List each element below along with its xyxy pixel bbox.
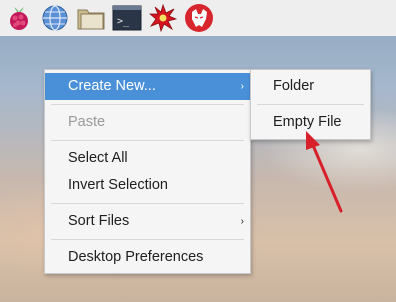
menu-separator (51, 239, 244, 240)
taskbar: >_ (0, 0, 396, 36)
menu-item-label: Paste (68, 114, 106, 130)
raspberry-menu-icon[interactable] (4, 3, 34, 33)
menu-item-label: Select All (68, 150, 128, 166)
desktop[interactable]: >_ Create New... › Paste Select All Inve… (0, 0, 396, 302)
menu-item-label: Sort Files (68, 213, 130, 229)
wolfram-icon[interactable] (184, 3, 214, 33)
terminal-icon[interactable]: >_ (112, 3, 142, 33)
menu-item-invert-selection[interactable]: Invert Selection (45, 172, 250, 199)
submenu-item-label: Folder (273, 78, 315, 94)
menu-separator (257, 104, 364, 105)
menu-item-label: Invert Selection (68, 177, 168, 193)
menu-item-sort-files[interactable]: Sort Files › (45, 208, 250, 235)
burst-icon[interactable] (148, 3, 178, 33)
menu-item-label: Desktop Preferences (68, 249, 204, 265)
file-manager-icon[interactable] (76, 3, 106, 33)
submenu-item-label: Empty File (273, 114, 342, 130)
create-new-submenu: Folder Empty File (250, 69, 371, 140)
menu-separator (51, 104, 244, 105)
chevron-right-icon: › (240, 216, 244, 227)
submenu-item-folder[interactable]: Folder (251, 73, 370, 100)
menu-item-select-all[interactable]: Select All (45, 145, 250, 172)
chevron-right-icon: › (240, 81, 244, 92)
desktop-context-menu: Create New... › Paste Select All Invert … (44, 69, 251, 274)
submenu-item-empty-file[interactable]: Empty File (251, 109, 370, 136)
menu-item-paste: Paste (45, 109, 250, 136)
svg-text:>_: >_ (117, 16, 130, 27)
web-browser-icon[interactable] (40, 3, 70, 33)
menu-item-desktop-preferences[interactable]: Desktop Preferences (45, 244, 250, 271)
menu-item-create-new[interactable]: Create New... › (45, 73, 250, 100)
menu-separator (51, 203, 244, 204)
menu-separator (51, 140, 244, 141)
menu-item-label: Create New... (68, 78, 156, 94)
